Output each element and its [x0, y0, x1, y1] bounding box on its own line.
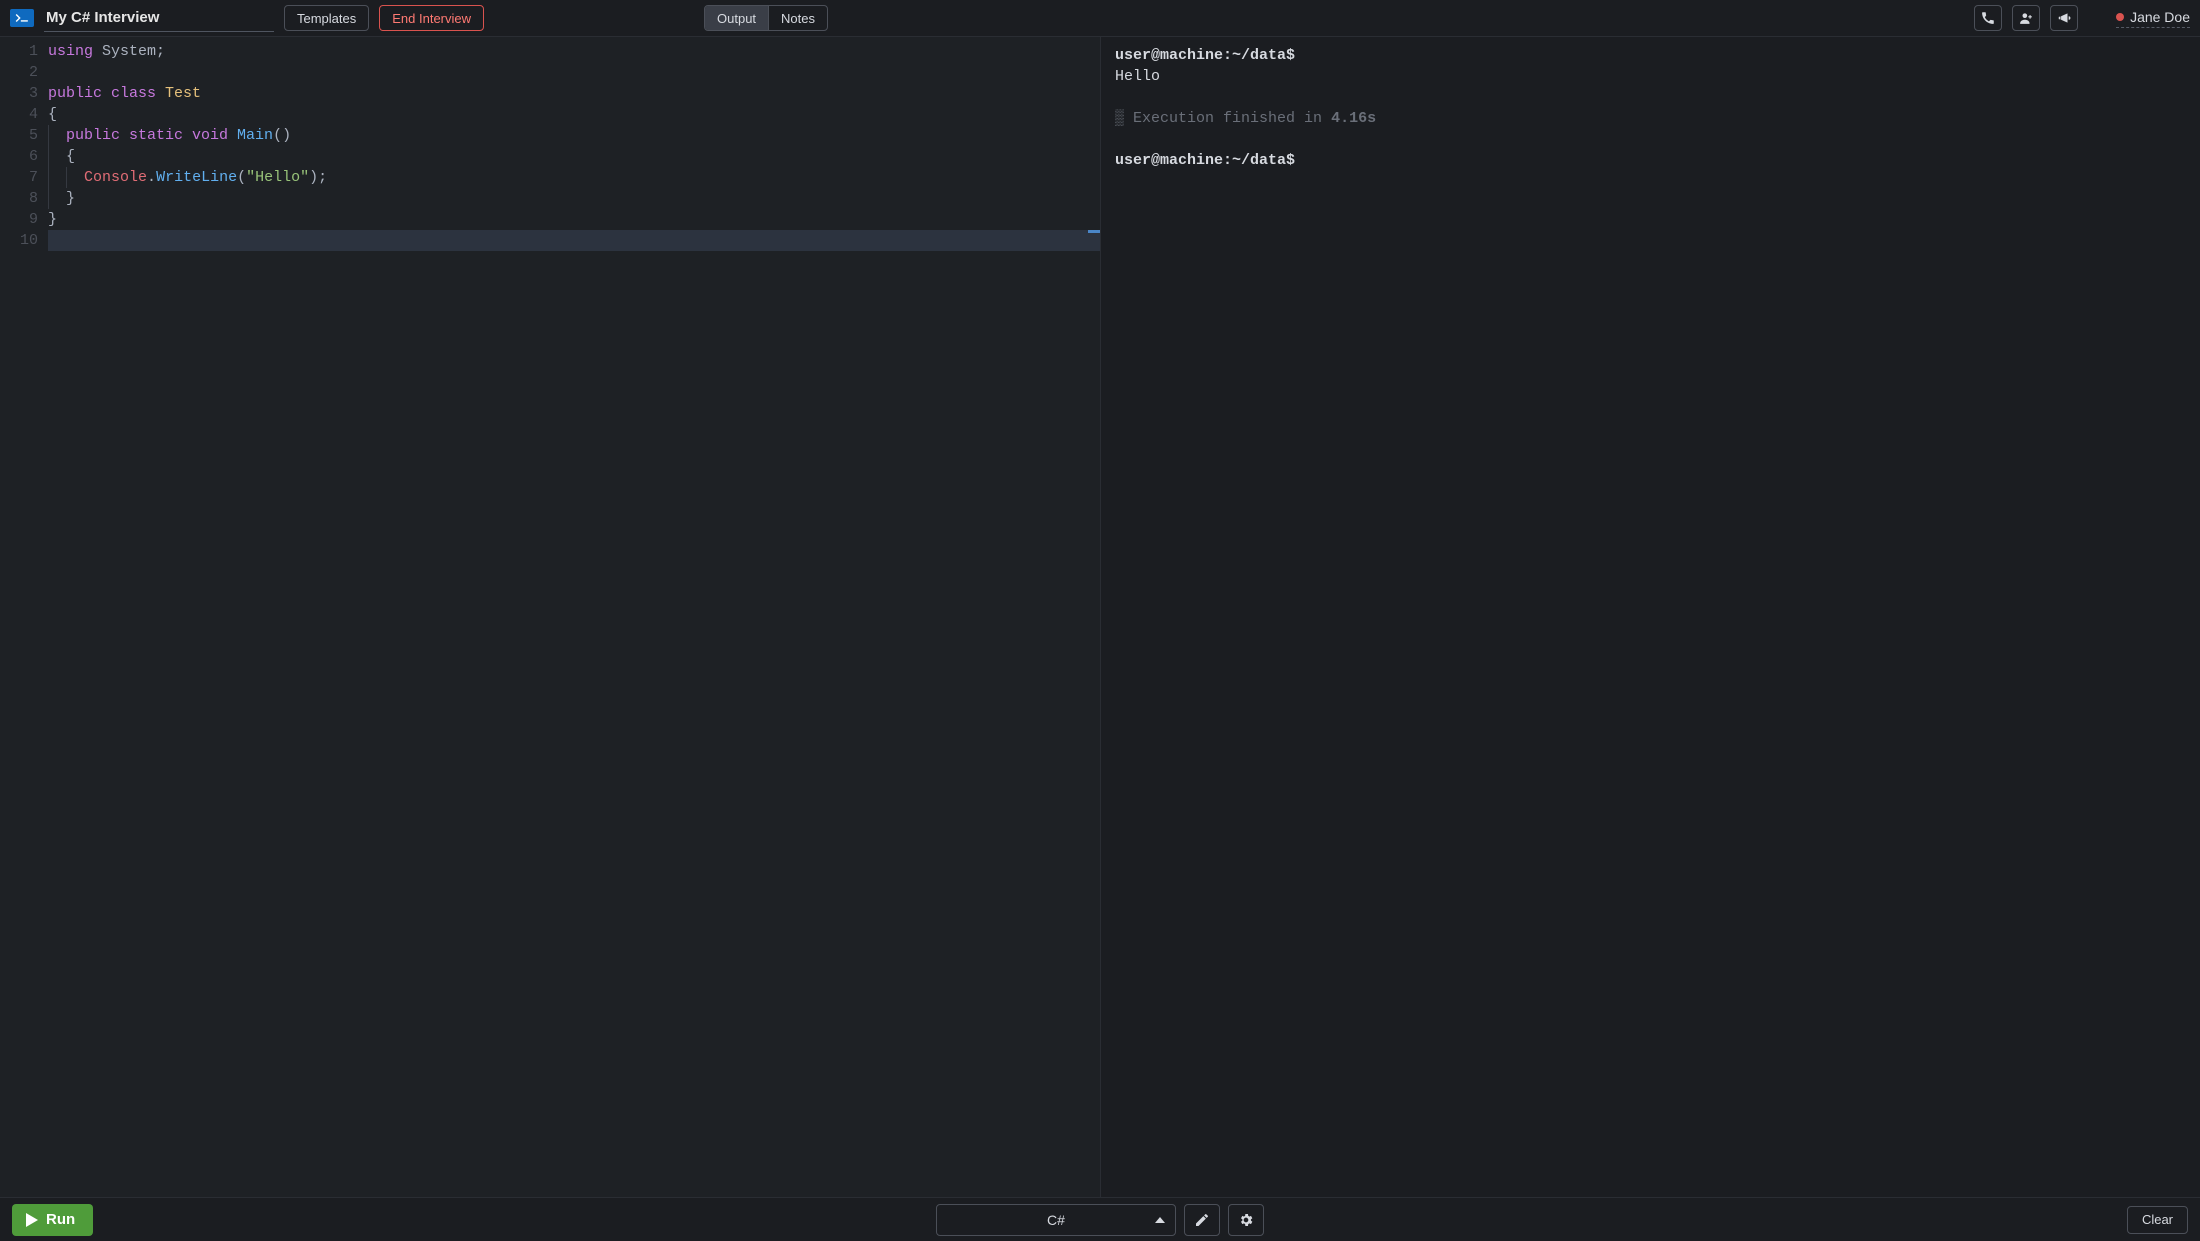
add-user-icon [2019, 11, 2033, 25]
end-interview-button[interactable]: End Interview [379, 5, 484, 31]
code-line[interactable] [48, 230, 1100, 251]
run-button-label: Run [46, 1211, 75, 1228]
interview-title-input[interactable] [44, 5, 274, 32]
gear-icon [1238, 1212, 1254, 1228]
terminal-prompt-icon [15, 13, 29, 23]
language-select-value: C# [1047, 1212, 1065, 1228]
caret-up-icon [1155, 1217, 1165, 1223]
code-line[interactable]: using System; [48, 41, 1100, 62]
terminal-output[interactable]: user@machine:~/data$Hello ▒ Execution fi… [1101, 37, 2200, 1197]
call-button[interactable] [1974, 5, 2002, 31]
presence-dot-icon [2116, 13, 2124, 21]
code-editor[interactable]: 12345678910 using System; public class Te… [0, 37, 1100, 1197]
line-number-gutter: 12345678910 [0, 37, 44, 1197]
code-line[interactable]: } [48, 209, 1100, 230]
code-line[interactable]: Console.WriteLine("Hello"); [48, 167, 1100, 188]
clear-output-button[interactable]: Clear [2127, 1206, 2188, 1234]
code-line[interactable]: public static void Main() [48, 125, 1100, 146]
announce-button[interactable] [2050, 5, 2078, 31]
tab-output[interactable]: Output [705, 6, 768, 30]
right-panel-tabs: Output Notes [704, 5, 828, 31]
phone-icon [1981, 11, 1995, 25]
user-name: Jane Doe [2130, 9, 2190, 25]
code-line[interactable]: } [48, 188, 1100, 209]
megaphone-icon [2057, 11, 2071, 25]
app-logo[interactable] [10, 9, 34, 27]
templates-button[interactable]: Templates [284, 5, 369, 31]
draw-button[interactable] [1184, 1204, 1220, 1236]
editor-pane: 12345678910 using System; public class Te… [0, 36, 1100, 1197]
settings-button[interactable] [1228, 1204, 1264, 1236]
user-presence[interactable]: Jane Doe [2116, 9, 2190, 28]
play-icon [26, 1213, 38, 1227]
code-line[interactable]: public class Test [48, 83, 1100, 104]
code-line[interactable]: { [48, 146, 1100, 167]
invite-button[interactable] [2012, 5, 2040, 31]
output-pane: user@machine:~/data$Hello ▒ Execution fi… [1100, 36, 2200, 1197]
pencil-icon [1194, 1212, 1210, 1228]
run-button[interactable]: Run [12, 1204, 93, 1236]
code-line[interactable]: { [48, 104, 1100, 125]
tab-notes[interactable]: Notes [768, 6, 827, 30]
code-line[interactable] [48, 62, 1100, 83]
code-area[interactable]: using System;public class Test{ public s… [44, 37, 1100, 1197]
language-select[interactable]: C# [936, 1204, 1176, 1236]
